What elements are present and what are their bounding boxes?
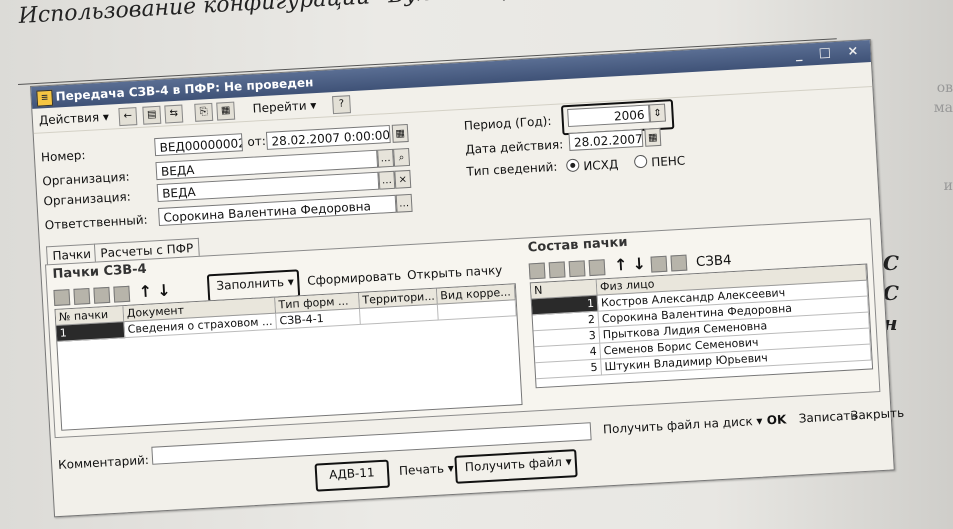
document-window: ≡ Передача СЗВ-4 в ПФР: Не проведен _ □ … [30,38,904,518]
structure-icon[interactable]: ⇆ [164,104,184,124]
edit-icon[interactable] [93,286,111,304]
actions-menu[interactable]: Действия ▾ [38,109,110,129]
side-letter-3: н [883,311,898,335]
info-type-label: Тип сведений: [466,159,558,179]
back-icon[interactable]: ← [118,107,138,127]
packs-table[interactable]: № пачки Документ Тип форм ... Территори.… [54,283,523,431]
sort-desc-icon[interactable] [670,254,688,271]
sort-asc-icon[interactable] [650,255,668,273]
packs-toolbar: ↑ ↓ [53,280,171,306]
org-ellipsis-icon[interactable]: … [378,170,396,190]
comp-edit-icon[interactable] [568,259,586,277]
select-ellipsis-icon[interactable]: … [377,148,395,168]
cell-form-type[interactable]: СЗВ-4-1 [276,308,361,330]
number-label: Номер: [40,148,86,165]
goto-menu[interactable]: Перейти ▾ [252,97,317,117]
journal-icon[interactable]: ▤ [142,105,162,125]
side-faint-1: ов [936,80,953,96]
open-pack-button[interactable]: Открыть пачку [403,260,507,286]
adv11-button[interactable]: АДВ-11 [325,462,379,485]
book-title: Использование конфигурации “Бухгалтерия … [18,0,725,29]
help-button[interactable]: ? [332,95,352,115]
copy-icon[interactable] [73,287,91,305]
action-date-field[interactable]: 28.02.2007 [568,128,644,151]
report-icon[interactable]: ▦ [216,101,236,121]
comp-row-n[interactable]: 5 [535,359,603,380]
clear-icon[interactable]: × [394,169,412,189]
ok-button[interactable]: OK [762,409,791,431]
spin-icon[interactable]: ⇕ [648,103,666,123]
delete-icon[interactable] [113,285,131,303]
up-arrow-icon[interactable]: ↑ [138,282,152,302]
action-date-label: Дата действия: [464,137,564,157]
cell-territory[interactable] [359,304,439,325]
down-arrow-icon[interactable]: ↓ [157,280,171,300]
side-faint-3: и [943,178,953,194]
szv4-icon[interactable]: СЗВ4 [696,253,732,270]
comp-delete-icon[interactable] [588,258,606,276]
organization-caption: Организация: [43,189,132,209]
movements-icon[interactable]: ⎘ [194,102,214,122]
radio-isxd[interactable]: ИСХД [565,156,619,174]
get-file-disk-button[interactable]: Получить файл на диск ▾ [599,410,767,439]
number-field[interactable]: ВЕД00000002 [154,133,243,157]
calendar-icon[interactable]: ▦ [391,123,409,143]
comment-label: Комментарий: [57,452,150,473]
period-label: Период (Год): [463,113,552,133]
action-calendar-icon[interactable]: ▦ [644,127,662,147]
side-faint-2: ма [933,100,953,116]
document-icon: ≡ [36,89,54,107]
radio-on-icon[interactable] [565,158,580,173]
close-button[interactable]: Закрыть [846,403,908,426]
comp-copy-icon[interactable] [548,260,566,278]
composition-title: Состав пачки [527,234,628,256]
side-letter-2: С [883,281,899,305]
packs-title: Пачки СЗВ-4 [52,261,148,283]
comp-up-icon[interactable]: ↑ [613,255,627,275]
radio-pens[interactable]: ПЕНС [633,153,686,171]
comp-down-icon[interactable]: ↓ [632,254,646,274]
search-icon[interactable]: ⌕ [393,147,411,167]
cell-pack-number[interactable]: 1 [56,322,126,342]
composition-table[interactable]: N Физ лицо 1 Костров Александр Алексееви… [529,263,874,389]
from-label: от: [247,133,267,149]
cell-correction[interactable] [437,300,517,321]
responsible-ellipsis-icon[interactable]: … [395,193,413,213]
organization-label: Организация: [41,169,130,189]
side-letter-1: С [883,251,899,275]
print-button[interactable]: Печать ▾ [395,458,459,481]
book-page: Использование конфигурации “Бухгалтерия … [0,0,953,529]
comp-add-icon[interactable] [528,262,546,279]
form-button[interactable]: Сформировать [303,265,406,291]
responsible-label: Ответственный: [44,212,148,233]
date-field[interactable]: 28.02.2007 0:00:00 [265,124,391,150]
add-icon[interactable] [53,288,71,306]
radio-off-icon[interactable] [633,154,648,169]
